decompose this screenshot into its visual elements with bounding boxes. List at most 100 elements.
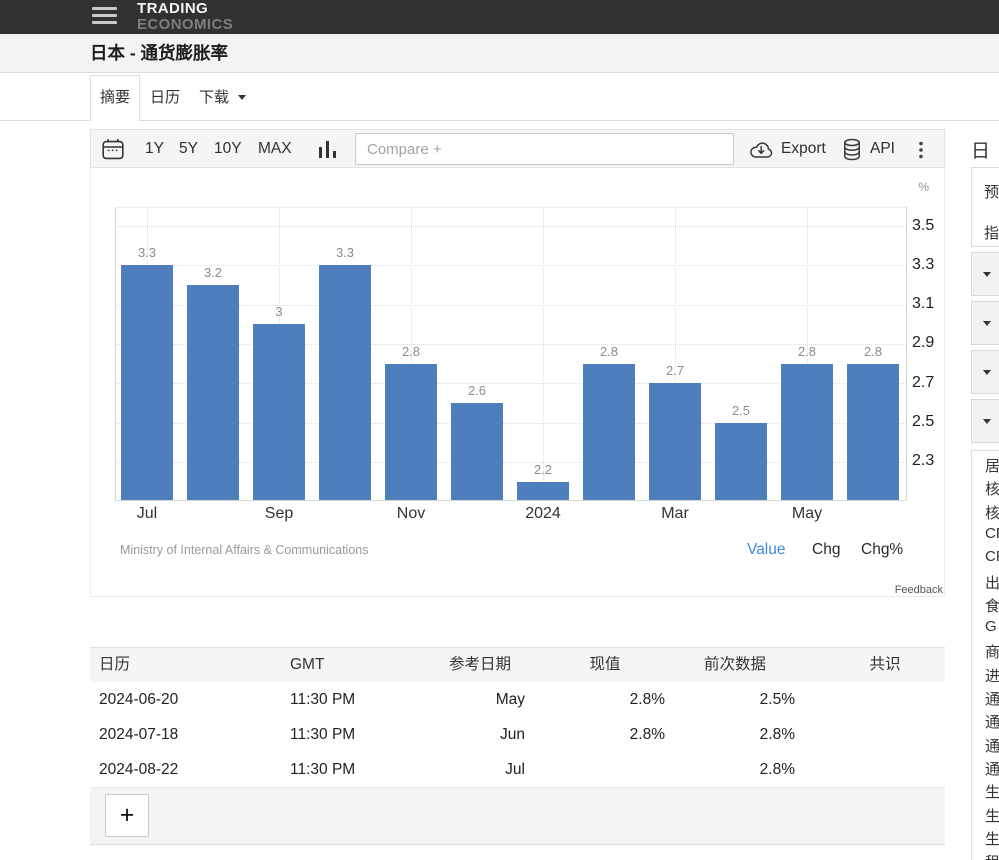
chgpct-mode-link[interactable]: Chg% <box>861 541 903 559</box>
logo-line-1: TRADING <box>137 1 233 17</box>
sidebar-list-item[interactable]: CP <box>985 548 999 565</box>
table-cell-ref: May <box>435 682 525 717</box>
sidebar-list-item[interactable]: 进 <box>985 665 999 686</box>
sidebar-dropdown[interactable] <box>971 301 999 345</box>
sidebar-list-item[interactable]: 核 <box>985 478 999 499</box>
bar[interactable] <box>583 364 635 500</box>
api-button[interactable]: API <box>870 130 895 167</box>
table-row[interactable]: 2024-06-2011:30 PMMay2.8%2.5% <box>90 682 945 718</box>
chevron-down-icon <box>983 370 991 375</box>
column-header: 参考日期 <box>435 648 525 682</box>
range-5y-button[interactable]: 5Y <box>179 130 198 167</box>
export-button[interactable]: Export <box>781 130 826 167</box>
sidebar-link-indicators[interactable]: 指 <box>984 222 999 243</box>
gridline-horizontal <box>115 207 906 208</box>
table-cell-date: 2024-06-20 <box>99 682 279 717</box>
y-axis-tick-label: 2.7 <box>912 374 934 392</box>
table-row[interactable]: 2024-08-2211:30 PMJul2.8% <box>90 752 945 788</box>
chart-type-icon[interactable] <box>318 140 338 158</box>
bar[interactable] <box>253 324 305 500</box>
tab-calendar[interactable]: 日历 <box>150 75 180 121</box>
column-header: 前次数据 <box>675 648 795 682</box>
hamburger-menu-icon[interactable] <box>92 7 117 27</box>
chevron-down-icon <box>238 95 246 100</box>
tab-summary[interactable]: 摘要 <box>90 75 140 121</box>
feedback-link[interactable]: Feedback <box>860 584 943 596</box>
chevron-down-icon <box>983 419 991 424</box>
compare-input[interactable] <box>356 134 733 164</box>
bar[interactable] <box>385 364 437 500</box>
export-download-cloud-icon[interactable] <box>748 141 774 159</box>
chg-mode-link[interactable]: Chg <box>812 541 840 559</box>
sidebar-list-item[interactable]: 通 <box>985 688 999 709</box>
bar[interactable] <box>847 364 899 500</box>
bar-value-label: 3.2 <box>183 265 243 280</box>
sidebar-link-forecast[interactable]: 预 <box>984 181 999 202</box>
chart-source-label: Ministry of Internal Affairs & Communica… <box>120 543 368 557</box>
x-axis-line <box>115 500 907 501</box>
sidebar-list-item[interactable]: G <box>985 618 997 635</box>
page-title: 日本 - 通货膨胀率 <box>90 34 228 72</box>
table-cell-consensus <box>795 682 975 717</box>
bar[interactable] <box>451 403 503 500</box>
sidebar-list-item[interactable]: 商 <box>985 641 999 662</box>
bar-value-label: 2.8 <box>381 344 441 359</box>
sidebar-list-item[interactable]: CP <box>985 525 999 542</box>
bar[interactable] <box>715 423 767 500</box>
bar[interactable] <box>649 383 701 500</box>
sidebar-list-item[interactable]: 生 <box>985 828 999 849</box>
sidebar-list-item[interactable]: 生 <box>985 805 999 826</box>
date-range-calendar-icon[interactable] <box>102 138 124 160</box>
column-header: 现值 <box>545 648 665 682</box>
x-axis-tick-label: Mar <box>635 505 715 523</box>
sidebar-list-item[interactable]: 食 <box>985 595 999 616</box>
table-cell-actual: 2.8% <box>545 717 665 752</box>
sidebar-dropdown[interactable] <box>971 252 999 296</box>
range-max-button[interactable]: MAX <box>258 130 292 167</box>
bar-value-label: 3.3 <box>315 245 375 260</box>
sidebar-list-item[interactable]: 通 <box>985 735 999 756</box>
bar-value-label: 2.8 <box>777 344 837 359</box>
sidebar-heading: 日 <box>971 136 990 163</box>
sidebar-dropdown[interactable] <box>971 399 999 443</box>
bar[interactable] <box>781 364 833 500</box>
bar[interactable] <box>187 285 239 500</box>
sidebar-list-item[interactable]: 租 <box>985 851 999 860</box>
x-axis-tick-label: Jul <box>107 505 187 523</box>
sidebar-list-item[interactable]: 居 <box>985 455 999 476</box>
y-axis-line-left <box>115 207 116 500</box>
sidebar-dropdown[interactable] <box>971 350 999 394</box>
chart-toolbar: 1Y 5Y 10Y MAX Export <box>90 129 945 168</box>
top-nav-bar: TRADING ECONOMICS <box>0 0 999 34</box>
logo-line-2: ECONOMICS <box>137 17 233 33</box>
table-cell-actual <box>545 752 665 787</box>
sidebar-list-item[interactable]: 通 <box>985 758 999 779</box>
x-axis-tick-label: Sep <box>239 505 319 523</box>
column-header: 日历 <box>99 648 279 682</box>
tab-divider <box>0 120 999 121</box>
sidebar-link-box: 预 指 <box>971 167 999 247</box>
add-row-button[interactable]: + <box>105 794 149 837</box>
api-database-icon[interactable] <box>843 138 861 161</box>
column-header: GMT <box>290 648 420 682</box>
sidebar-list-item[interactable]: 生 <box>985 781 999 802</box>
sidebar-list-item[interactable]: 核 <box>985 502 999 523</box>
more-options-kebab-icon[interactable] <box>918 141 924 159</box>
tab-download-label: 下载 <box>199 89 229 106</box>
y-axis-tick-label: 3.5 <box>912 217 934 235</box>
bar-value-label: 2.7 <box>645 363 705 378</box>
range-10y-button[interactable]: 10Y <box>214 130 242 167</box>
tab-download[interactable]: 下载 <box>199 75 229 121</box>
bar[interactable] <box>319 265 371 500</box>
bar-value-label: 3.3 <box>117 245 177 260</box>
range-1y-button[interactable]: 1Y <box>145 130 164 167</box>
trading-economics-logo[interactable]: TRADING ECONOMICS <box>137 1 233 33</box>
value-mode-link[interactable]: Value <box>747 541 786 559</box>
page: TRADING ECONOMICS 日本 - 通货膨胀率 摘要 日历 下载 1Y… <box>0 0 999 860</box>
sidebar-list-item[interactable]: 通 <box>985 711 999 732</box>
sidebar-list-item[interactable]: 出 <box>985 572 999 593</box>
table-row[interactable]: 2024-07-1811:30 PMJun2.8%2.8% <box>90 717 945 753</box>
table-cell-date: 2024-08-22 <box>99 752 279 787</box>
bar[interactable] <box>121 265 173 500</box>
bar[interactable] <box>517 482 569 500</box>
